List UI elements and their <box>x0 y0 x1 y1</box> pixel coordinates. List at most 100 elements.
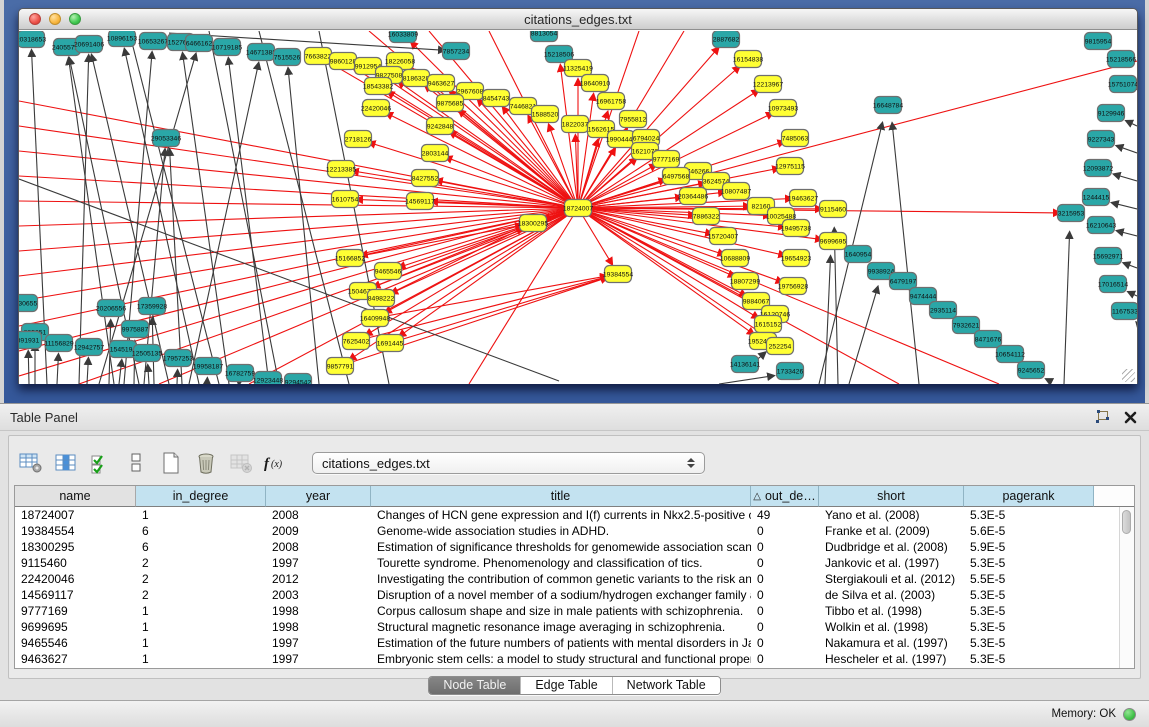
table-cell[interactable]: de Silva et al. (2003) <box>819 587 964 603</box>
graph-node[interactable]: 10654112 <box>995 346 1025 363</box>
table-cell[interactable]: Dudbridge et al. (2008) <box>819 539 964 555</box>
table-cell[interactable]: Structural magnetic resonance image aver… <box>371 619 751 635</box>
graph-node[interactable]: 8813054 <box>531 31 558 42</box>
graph-node[interactable]: 10719185 <box>212 39 242 56</box>
graph-node[interactable]: 12505135 <box>132 345 162 362</box>
table-cell[interactable]: 5.3E-5 <box>964 635 1094 651</box>
graph-node[interactable]: 9860128 <box>330 53 357 70</box>
graph-node[interactable]: 12213385 <box>326 161 356 178</box>
table-cell[interactable]: 18300295 <box>15 539 136 555</box>
network-canvas[interactable]: 20318653 24055724 20691406 10896153 1065… <box>19 31 1137 384</box>
graph-node[interactable]: 12093872 <box>1083 160 1113 177</box>
graph-node[interactable]: 9975887 <box>122 321 149 338</box>
graph-node[interactable]: 19958187 <box>193 358 223 375</box>
graph-node[interactable]: 391931 <box>19 332 42 349</box>
graph-node[interactable]: 17957253 <box>163 350 193 367</box>
graph-node[interactable]: 7485063 <box>782 130 809 147</box>
graph-node[interactable]: 19756928 <box>778 278 808 295</box>
graph-node[interactable]: 8498222 <box>368 290 395 307</box>
close-window-button[interactable] <box>29 13 41 25</box>
table-cell[interactable]: Disruption of a novel member of a sodium… <box>371 587 751 603</box>
graph-node[interactable]: 6479197 <box>890 273 917 290</box>
graph-node[interactable]: 6497568 <box>663 168 690 185</box>
tab-node-table[interactable]: Node Table <box>429 677 521 694</box>
network-window-titlebar[interactable]: citations_edges.txt <box>19 9 1137 30</box>
graph-node[interactable]: 17359928 <box>137 298 167 315</box>
graph-node[interactable]: 18300295 <box>518 215 548 232</box>
table-cell[interactable]: 5.3E-5 <box>964 507 1094 523</box>
graph-node[interactable]: 9777169 <box>653 151 680 168</box>
table-cell[interactable]: 2009 <box>266 523 371 539</box>
graph-node[interactable]: 29053346 <box>151 130 181 147</box>
column-header-title[interactable]: title <box>371 486 751 507</box>
graph-node[interactable]: 7932621 <box>953 317 980 334</box>
graph-node[interactable]: 20318653 <box>19 31 46 48</box>
window-resize-grip[interactable] <box>1122 369 1135 382</box>
graph-node[interactable]: 2887682 <box>713 31 740 48</box>
table-cell[interactable]: 49 <box>751 507 819 523</box>
graph-node[interactable]: 12942757 <box>74 339 104 356</box>
graph-node[interactable]: 15166852 <box>335 250 365 267</box>
table-cell[interactable]: 0 <box>751 523 819 539</box>
select-all-icon[interactable] <box>88 451 114 475</box>
table-cell[interactable]: Estimation of significance thresholds fo… <box>371 539 751 555</box>
graph-node[interactable]: 8454743 <box>483 90 510 107</box>
graph-node[interactable]: 2718126 <box>345 131 372 148</box>
table-cell[interactable]: 1997 <box>266 555 371 571</box>
table-cell[interactable]: 0 <box>751 587 819 603</box>
table-cell[interactable]: Embryonic stem cells: a model to study s… <box>371 651 751 667</box>
table-cell[interactable]: Genome-wide association studies in ADHD. <box>371 523 751 539</box>
graph-node[interactable]: 1588520 <box>532 106 559 123</box>
table-cell[interactable]: 0 <box>751 539 819 555</box>
graph-node[interactable]: 20364486 <box>678 188 708 205</box>
table-cell[interactable]: 2008 <box>266 539 371 555</box>
graph-node[interactable]: 9294542 <box>285 374 312 385</box>
graph-node[interactable]: 19654923 <box>781 250 811 267</box>
table-cell[interactable]: 22420046 <box>15 571 136 587</box>
graph-node[interactable]: 1691445 <box>377 335 404 352</box>
graph-node[interactable]: 20691406 <box>74 36 104 53</box>
table-row[interactable]: 1872400712008Changes of HCN gene express… <box>15 507 1134 523</box>
graph-node[interactable]: 8471676 <box>975 331 1002 348</box>
graph-node[interactable]: 9227343 <box>1088 131 1115 148</box>
table-row[interactable]: 2242004622012Investigating the contribut… <box>15 571 1134 587</box>
graph-node[interactable]: 9465546 <box>375 263 402 280</box>
table-cell[interactable]: 14569117 <box>15 587 136 603</box>
graph-node[interactable]: 7955812 <box>620 111 647 128</box>
table-row[interactable]: 977716911998Corpus callosum shape and si… <box>15 603 1134 619</box>
table-row[interactable]: 1938455462009Genome-wide association stu… <box>15 523 1134 539</box>
graph-node[interactable]: 1615152 <box>755 316 782 333</box>
table-cell[interactable]: 5.3E-5 <box>964 603 1094 619</box>
graph-node[interactable]: 18724007 <box>563 200 593 217</box>
graph-node[interactable]: 16782759 <box>225 365 255 382</box>
tab-edge-table[interactable]: Edge Table <box>521 677 612 694</box>
zoom-window-button[interactable] <box>69 13 81 25</box>
graph-node[interactable]: 15692971 <box>1093 248 1123 265</box>
column-header-short[interactable]: short <box>819 486 964 507</box>
graph-node[interactable]: 10653267 <box>138 33 168 50</box>
graph-node[interactable]: 1610754 <box>332 191 359 208</box>
graph-node[interactable]: 9857791 <box>327 358 354 375</box>
graph-node[interactable]: 9129946 <box>1098 105 1125 122</box>
table-cell[interactable]: 1 <box>136 635 266 651</box>
graph-node[interactable]: 2030655 <box>19 295 38 312</box>
graph-node[interactable]: 15218566 <box>1106 51 1136 68</box>
table-cell[interactable]: Nakamura et al. (1997) <box>819 635 964 651</box>
graph-node[interactable]: 16033809 <box>388 31 418 43</box>
table-cell[interactable]: 5.3E-5 <box>964 651 1094 667</box>
table-cell[interactable]: 2 <box>136 571 266 587</box>
table-cell[interactable]: 6 <box>136 539 266 555</box>
table-cell[interactable]: Hescheler et al. (1997) <box>819 651 964 667</box>
graph-node[interactable]: 2803144 <box>422 145 449 162</box>
table-cell[interactable]: 5.3E-5 <box>964 619 1094 635</box>
graph-node[interactable]: 1822037 <box>562 116 589 133</box>
graph-node[interactable]: 12975115 <box>775 158 805 175</box>
table-cell[interactable]: 9115460 <box>15 555 136 571</box>
graph-node[interactable]: 9815954 <box>1085 33 1112 50</box>
table-cell[interactable]: 5.5E-5 <box>964 571 1094 587</box>
table-cell[interactable]: 19384554 <box>15 523 136 539</box>
graph-node[interactable]: 7857234 <box>443 43 470 60</box>
table-cell[interactable]: Wolkin et al. (1998) <box>819 619 964 635</box>
graph-node[interactable]: 1733426 <box>777 363 804 380</box>
table-cell[interactable]: 0 <box>751 571 819 587</box>
